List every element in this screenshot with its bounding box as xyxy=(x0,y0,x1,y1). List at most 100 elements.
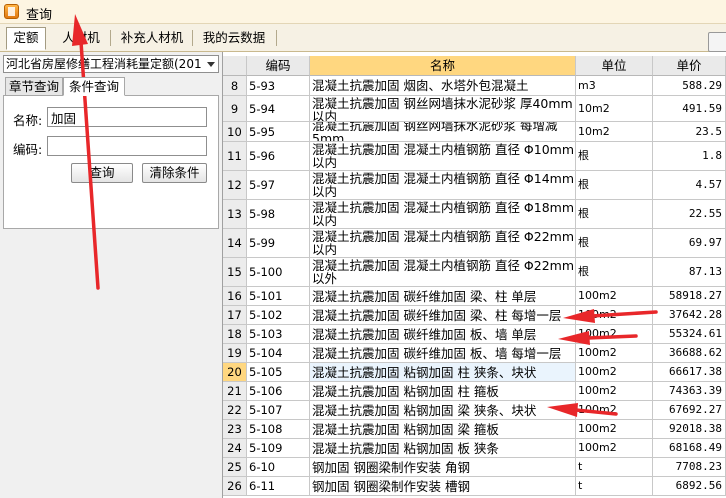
clear-conditions-button[interactable]: 清除条件 xyxy=(142,163,207,183)
table-row[interactable]: 26 6-11 钢加固 钢圈梁制作安装 槽钢 t 6892.56 xyxy=(223,477,726,496)
row-index: 13 xyxy=(223,200,247,229)
row-price: 66617.38 xyxy=(653,363,726,382)
row-unit: 100m2 xyxy=(576,287,653,306)
name-label: 名称: xyxy=(13,113,43,128)
tab-quota[interactable]: 定额 xyxy=(6,27,46,50)
row-unit: 根 xyxy=(576,229,653,258)
row-name: 混凝土抗震加固 粘钢加固 梁 狭条、块状 xyxy=(310,401,576,420)
subtab-chapter-search[interactable]: 章节查询 xyxy=(5,77,63,96)
row-name: 混凝土抗震加固 钢丝网墙抹水泥砂浆 厚40mm以内 xyxy=(310,96,576,122)
search-button[interactable]: 查询 xyxy=(71,163,133,183)
row-unit: 100m2 xyxy=(576,344,653,363)
row-price: 588.29 xyxy=(653,76,726,96)
row-index: 10 xyxy=(223,122,247,142)
table-row[interactable]: 11 5-96 混凝土抗震加固 混凝土内植钢筋 直径 Φ10mm以内根 1.8 xyxy=(223,142,726,171)
row-code: 5-108 xyxy=(247,420,310,439)
row-code: 5-93 xyxy=(247,76,310,96)
row-unit: 根 xyxy=(576,258,653,287)
row-code: 5-94 xyxy=(247,96,310,122)
row-price: 92018.38 xyxy=(653,420,726,439)
table-row[interactable]: 13 5-98 混凝土抗震加固 混凝土内植钢筋 直径 Φ18mm以内根 22.55 xyxy=(223,200,726,229)
column-header-unit[interactable]: 单位 xyxy=(576,56,653,76)
row-name: 混凝土抗震加固 混凝土内植钢筋 直径 Φ14mm以内 xyxy=(310,171,576,200)
row-code: 5-95 xyxy=(247,122,310,142)
row-name: 混凝土抗震加固 碳纤维加固 梁、柱 每增一层 xyxy=(310,306,576,325)
row-name: 混凝土抗震加固 粘钢加固 柱 狭条、块状 xyxy=(310,363,576,382)
row-price: 36688.62 xyxy=(653,344,726,363)
tab-separator xyxy=(110,30,111,46)
row-name: 混凝土抗震加固 混凝土内植钢筋 直径 Φ22mm以外 xyxy=(310,258,576,287)
table-row[interactable]: 15 5-100 混凝土抗震加固 混凝土内植钢筋 直径 Φ22mm以外根 87.13 xyxy=(223,258,726,287)
table-row[interactable]: 18 5-103 混凝土抗震加固 碳纤维加固 板、墙 单层 100m2 55324.61 xyxy=(223,325,726,344)
row-unit: 100m2 xyxy=(576,325,653,344)
row-unit: 100m2 xyxy=(576,382,653,401)
row-price: 491.59 xyxy=(653,96,726,122)
column-header-code[interactable]: 编码 xyxy=(247,56,310,76)
window-title: 查询 xyxy=(26,8,53,23)
table-row[interactable]: 17 5-102 混凝土抗震加固 碳纤维加固 梁、柱 每增一层 100m2 37642.… xyxy=(223,306,726,325)
column-header-price[interactable]: 单价 xyxy=(653,56,726,76)
table-row[interactable]: 10 5-95 混凝土抗震加固 钢丝网墙抹水泥砂浆 每增减5mm 10m2 23.5 xyxy=(223,122,726,142)
tab-separator xyxy=(276,30,277,46)
row-index: 12 xyxy=(223,171,247,200)
table-row[interactable]: 25 6-10 钢加固 钢圈梁制作安装 角钢 t 7708.23 xyxy=(223,458,726,477)
quota-table: 编码 名称 单位 单价 8 5-93 混凝土抗震加固 烟囱、水塔外包混凝土 m3 588… xyxy=(223,52,726,498)
row-code: 5-100 xyxy=(247,258,310,287)
row-code: 5-98 xyxy=(247,200,310,229)
row-name: 混凝土抗震加固 碳纤维加固 板、墙 单层 xyxy=(310,325,576,344)
tab-cloud-data[interactable]: 我的云数据 xyxy=(198,27,270,47)
row-unit: 根 xyxy=(576,200,653,229)
table-row[interactable]: 24 5-109 混凝土抗震加固 粘钢加固 板 狭条 100m2 68168.49 xyxy=(223,439,726,458)
table-row[interactable]: 12 5-97 混凝土抗震加固 混凝土内植钢筋 直径 Φ14mm以内根 4.57 xyxy=(223,171,726,200)
row-name: 混凝土抗震加固 混凝土内植钢筋 直径 Φ10mm以内 xyxy=(310,142,576,171)
row-name: 混凝土抗震加固 烟囱、水塔外包混凝土 xyxy=(310,76,576,96)
table-row[interactable]: 21 5-106 混凝土抗震加固 粘钢加固 柱 箍板 100m2 74363.39 xyxy=(223,382,726,401)
title-bar: 查询 xyxy=(0,0,726,24)
row-index: 20 xyxy=(223,363,247,382)
row-index: 24 xyxy=(223,439,247,458)
table-row[interactable]: 23 5-108 混凝土抗震加固 粘钢加固 梁 箍板 100m2 92018.38 xyxy=(223,420,726,439)
row-price: 6892.56 xyxy=(653,477,726,496)
table-row[interactable]: 9 5-94 混凝土抗震加固 钢丝网墙抹水泥砂浆 厚40mm以内 10m2 491.59 xyxy=(223,96,726,122)
row-name: 混凝土抗震加固 混凝土内植钢筋 直径 Φ18mm以内 xyxy=(310,200,576,229)
row-code: 5-101 xyxy=(247,287,310,306)
table-row[interactable]: 22 5-107 混凝土抗震加固 粘钢加固 梁 狭条、块状 100m2 67692.27 xyxy=(223,401,726,420)
row-index: 8 xyxy=(223,76,247,96)
quota-library-select[interactable]: 河北省房屋修缮工程消耗量定额(201 xyxy=(3,55,219,73)
row-name: 混凝土抗震加固 钢丝网墙抹水泥砂浆 每增减5mm xyxy=(310,122,576,142)
row-price: 1.8 xyxy=(653,142,726,171)
code-input[interactable] xyxy=(47,136,207,156)
row-price: 23.5 xyxy=(653,122,726,142)
tab-labor-material-machine[interactable]: 人材机 xyxy=(58,27,104,47)
row-price: 7708.23 xyxy=(653,458,726,477)
row-price: 68168.49 xyxy=(653,439,726,458)
row-code: 5-97 xyxy=(247,171,310,200)
row-unit: 100m2 xyxy=(576,420,653,439)
row-code: 5-96 xyxy=(247,142,310,171)
row-price: 67692.27 xyxy=(653,401,726,420)
row-unit: 根 xyxy=(576,171,653,200)
window-control-button[interactable] xyxy=(708,32,726,52)
column-header-name[interactable]: 名称 xyxy=(310,56,576,76)
tab-bar: 定额 人材机 补充人材机 我的云数据 xyxy=(0,24,726,52)
row-code: 6-10 xyxy=(247,458,310,477)
table-row[interactable]: 8 5-93 混凝土抗震加固 烟囱、水塔外包混凝土 m3 588.29 xyxy=(223,76,726,96)
row-index: 9 xyxy=(223,96,247,122)
quota-library-value: 河北省房屋修缮工程消耗量定额(201 xyxy=(6,57,202,71)
chevron-down-icon[interactable] xyxy=(207,62,215,67)
row-price: 4.57 xyxy=(653,171,726,200)
table-row[interactable]: 16 5-101 混凝土抗震加固 碳纤维加固 梁、柱 单层 100m2 58918.27 xyxy=(223,287,726,306)
table-row[interactable]: 19 5-104 混凝土抗震加固 碳纤维加固 板、墙 每增一层 100m2 36688.… xyxy=(223,344,726,363)
row-unit: m3 xyxy=(576,76,653,96)
table-row[interactable]: 20 5-105 混凝土抗震加固 粘钢加固 柱 狭条、块状 100m2 66617.38 xyxy=(223,363,726,382)
table-row[interactable]: 14 5-99 混凝土抗震加固 混凝土内植钢筋 直径 Φ22mm以内根 69.97 xyxy=(223,229,726,258)
subtab-condition-search[interactable]: 条件查询 xyxy=(63,77,125,96)
row-index: 21 xyxy=(223,382,247,401)
row-price: 37642.28 xyxy=(653,306,726,325)
row-name: 混凝土抗震加固 碳纤维加固 板、墙 每增一层 xyxy=(310,344,576,363)
row-code: 5-104 xyxy=(247,344,310,363)
tab-supplement[interactable]: 补充人材机 xyxy=(117,27,187,47)
name-input[interactable] xyxy=(47,107,207,127)
row-name: 混凝土抗震加固 混凝土内植钢筋 直径 Φ22mm以内 xyxy=(310,229,576,258)
row-name: 混凝土抗震加固 粘钢加固 板 狭条 xyxy=(310,439,576,458)
